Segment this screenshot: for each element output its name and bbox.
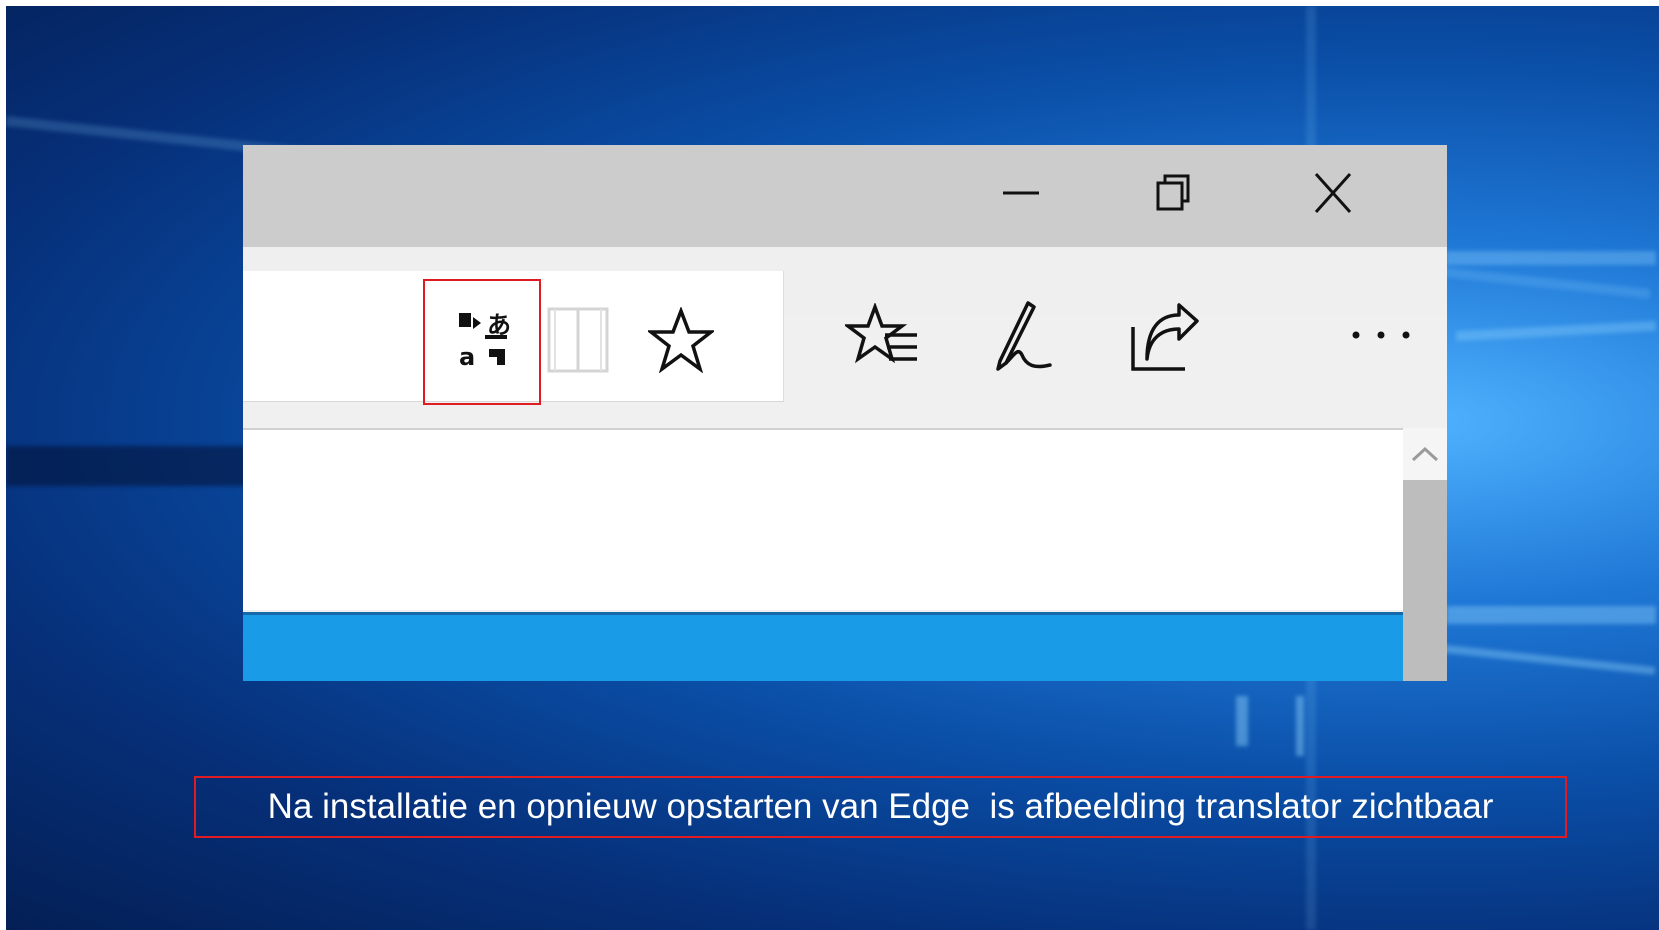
more-button[interactable] — [1343, 315, 1419, 355]
favorites-hub-button[interactable] — [843, 303, 923, 375]
restore-button[interactable] — [1134, 163, 1214, 223]
close-button[interactable] — [1293, 163, 1373, 223]
favorites-hub-icon — [845, 303, 917, 364]
restore-icon — [1156, 174, 1190, 211]
page-header-bar — [243, 612, 1403, 681]
scroll-up-button[interactable] — [1403, 428, 1447, 480]
caption-box: Na installatie en opnieuw opstarten van … — [194, 776, 1567, 838]
chevron-up-icon — [1411, 446, 1439, 462]
translator-highlight-box — [423, 279, 541, 405]
caption-text: Na installatie en opnieuw opstarten van … — [267, 787, 1494, 826]
web-note-icon — [996, 301, 1052, 371]
title-bar — [243, 145, 1447, 247]
close-icon — [1314, 172, 1352, 214]
share-icon — [1131, 303, 1199, 371]
reading-view-button[interactable] — [543, 305, 613, 375]
reading-view-icon — [547, 307, 609, 373]
minimize-button[interactable] — [981, 163, 1061, 223]
edge-browser-window: あ a — [243, 145, 1447, 681]
favorite-star-icon — [648, 307, 714, 373]
minimize-icon — [1003, 191, 1039, 195]
share-button[interactable] — [1128, 299, 1204, 375]
add-favorite-button[interactable] — [646, 305, 716, 375]
web-note-button[interactable] — [988, 299, 1058, 375]
page-content — [243, 428, 1403, 610]
more-icon — [1352, 331, 1410, 339]
